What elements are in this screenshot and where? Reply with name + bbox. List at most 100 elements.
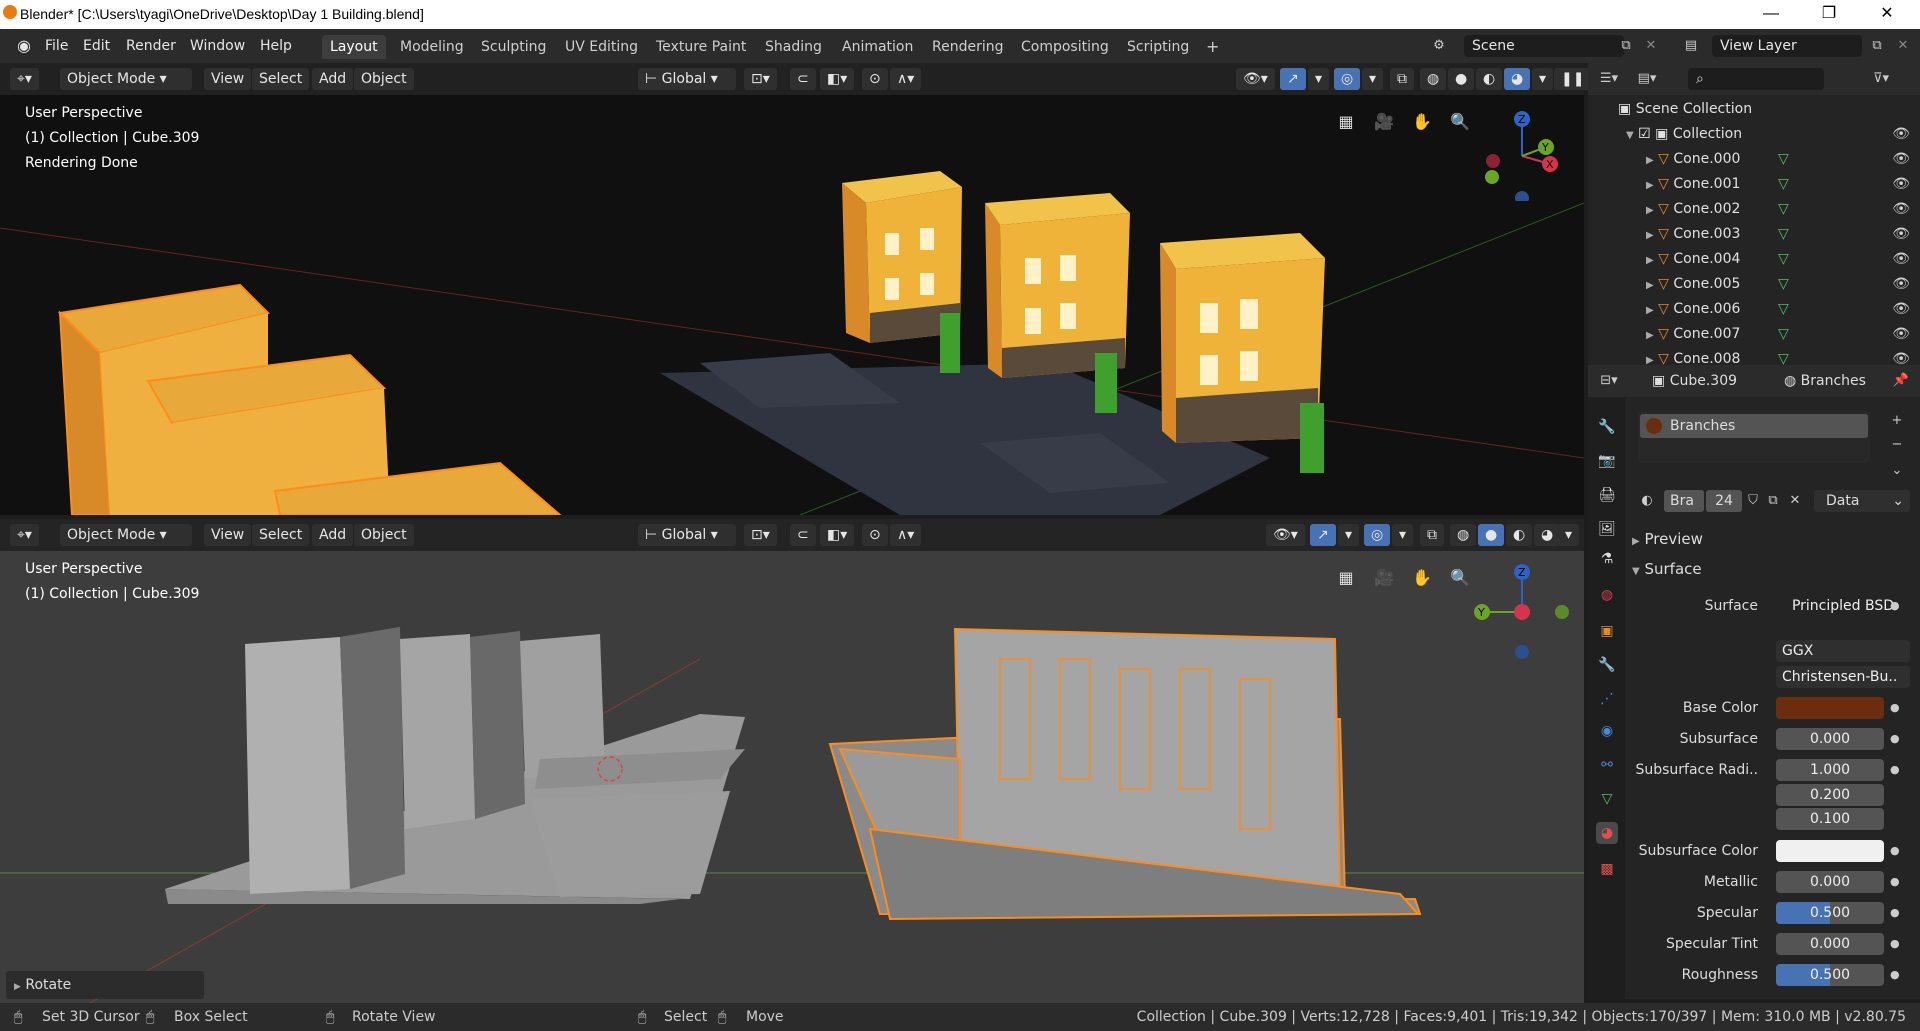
keyframe-dot-icon[interactable]: ● [1890, 964, 1900, 986]
bottom-transform-orientation-dropdown[interactable]: ⊢ Global ▾ [638, 524, 736, 546]
menu-edit[interactable]: Edit [76, 36, 117, 56]
wireframe-shading-icon[interactable]: ◍ [1420, 68, 1447, 90]
object-mode-dropdown[interactable]: Object Mode ▾ [60, 68, 192, 90]
pan-view-icon[interactable]: ✋ [1409, 109, 1435, 135]
shading-dropdown-icon[interactable]: ▾ [1532, 68, 1554, 90]
select-menu[interactable]: Select [252, 68, 310, 90]
add-menu[interactable]: Add [312, 68, 354, 90]
expand-icon[interactable]: ▶ [1646, 305, 1654, 316]
object-visibility-icon[interactable]: 👁 [1892, 272, 1910, 297]
view-layer-field[interactable]: View Layer [1712, 35, 1862, 57]
link-dropdown[interactable]: Data ⌄ [1814, 490, 1910, 512]
object-visibility-icon[interactable]: 👁 [1892, 297, 1910, 322]
camera-view-icon[interactable]: 🎥 [1371, 109, 1397, 135]
collection-checkbox[interactable]: ☑ [1638, 126, 1651, 142]
keyframe-dot-icon[interactable]: ● [1890, 840, 1900, 862]
bottom-camera-view-icon[interactable]: 🎥 [1371, 565, 1397, 591]
add-slot-icon[interactable]: + [1886, 410, 1908, 432]
property-value-field[interactable]: 1.000 [1776, 759, 1884, 781]
modifier-tab-icon[interactable]: 🔧 [1596, 654, 1618, 676]
collection-row[interactable]: ▼ ☑ ▣ Collection 👁 [1588, 122, 1920, 147]
view-layer-icon[interactable]: ▤ [1680, 35, 1702, 57]
visibility-icon[interactable]: 👁▾ [1236, 68, 1275, 90]
bottom-visibility-icon[interactable]: 👁▾ [1266, 524, 1305, 546]
pause-render-icon[interactable]: ❚❚ [1554, 68, 1592, 90]
bottom-3d-viewport[interactable]: User Perspective (1) Collection | Cube.3… [0, 519, 1584, 1003]
bottom-overlay-toggle-icon[interactable]: ◎ [1364, 524, 1391, 546]
keyframe-dot-icon[interactable]: ● [1890, 933, 1900, 955]
roughness-slider[interactable]: 0.500 [1776, 964, 1884, 986]
preview-panel-header[interactable]: ▶ Preview [1632, 528, 1703, 553]
material-name-field[interactable]: Bra [1664, 490, 1704, 512]
bottom-gizmo-dropdown-icon[interactable]: ▾ [1338, 524, 1360, 546]
tab-uv-editing[interactable]: UV Editing [557, 35, 646, 59]
close-button[interactable]: ✕ [1864, 2, 1910, 26]
keyframe-dot-icon[interactable]: ● [1890, 902, 1900, 924]
object-tab-icon[interactable]: ▣ [1596, 620, 1618, 642]
top-3d-viewport[interactable]: User Perspective (1) Collection | Cube.3… [0, 63, 1584, 515]
mesh-data-icon[interactable]: ▽ [1778, 197, 1789, 222]
display-mode-icon[interactable]: ▤▾ [1636, 68, 1658, 90]
tab-layout[interactable]: Layout [322, 35, 386, 59]
mesh-data-icon[interactable]: ▽ [1778, 247, 1789, 272]
toggle-camera-grid-icon[interactable]: ▦ [1333, 109, 1359, 135]
bottom-rendered-shading-icon[interactable]: ◕ [1534, 524, 1561, 546]
tool-tab-icon[interactable]: 🔧 [1596, 416, 1618, 438]
menu-help[interactable]: Help [253, 36, 299, 56]
tab-modeling[interactable]: Modeling [392, 35, 472, 59]
keyframe-dot-icon[interactable]: ● [1890, 759, 1900, 781]
falloff-icon[interactable]: ∧▾ [890, 68, 922, 90]
keyframe-dot-icon[interactable]: ● [1890, 595, 1900, 617]
mesh-data-icon[interactable]: ▽ [1778, 172, 1789, 197]
expand-icon[interactable]: ▶ [1646, 255, 1654, 266]
object-visibility-icon[interactable]: 👁 [1892, 222, 1910, 247]
data-tab-icon[interactable]: ▽ [1596, 788, 1618, 810]
tab-compositing[interactable]: Compositing [1013, 35, 1117, 59]
properties-editor-type-icon[interactable]: ⊟▾ [1598, 370, 1620, 392]
material-shading-icon[interactable]: ◐ [1476, 68, 1503, 90]
transform-orientation-dropdown[interactable]: ⊢ Global ▾ [638, 68, 736, 90]
expand-icon[interactable]: ▶ [1646, 330, 1654, 341]
unlink-material-icon[interactable]: ✕ [1784, 490, 1806, 512]
overlay-dropdown-icon[interactable]: ▾ [1362, 68, 1384, 90]
mesh-data-icon[interactable]: ▽ [1778, 322, 1789, 347]
bottom-falloff-icon[interactable]: ∧▾ [890, 524, 922, 546]
bottom-pan-view-icon[interactable]: ✋ [1409, 565, 1435, 591]
tab-animation[interactable]: Animation [834, 35, 921, 59]
surface-panel-header[interactable]: ▼ Surface [1632, 558, 1702, 583]
collection-visibility-icon[interactable]: 👁 [1892, 122, 1910, 147]
specular-slider[interactable]: 0.500 [1776, 902, 1884, 924]
object-visibility-icon[interactable]: 👁 [1892, 197, 1910, 222]
outliner-object-row[interactable]: ▶ ▽ Cone.005 ▽ 👁 [1588, 272, 1920, 297]
snap-target-icon[interactable]: ◧▾ [820, 68, 855, 90]
material-users-count[interactable]: 24 [1706, 490, 1742, 512]
view-layer-tab-icon[interactable]: 🖼 [1596, 518, 1618, 540]
property-value-field[interactable]: 0.000 [1776, 933, 1884, 955]
mesh-data-icon[interactable]: ▽ [1778, 222, 1789, 247]
outliner-object-row[interactable]: ▶ ▽ Cone.000 ▽ 👁 [1588, 147, 1920, 172]
bottom-xray-icon[interactable]: ⧉ [1420, 524, 1444, 546]
outliner-object-row[interactable]: ▶ ▽ Cone.004 ▽ 👁 [1588, 247, 1920, 272]
slot-specials-icon[interactable]: ⌄ [1886, 460, 1908, 482]
expand-icon[interactable]: ▶ [1646, 155, 1654, 166]
delete-scene-icon[interactable]: ✕ [1640, 35, 1662, 57]
remove-slot-icon[interactable]: − [1886, 434, 1908, 456]
gizmo-dropdown-icon[interactable]: ▾ [1308, 68, 1330, 90]
outliner-object-row[interactable]: ▶ ▽ Cone.001 ▽ 👁 [1588, 172, 1920, 197]
new-scene-icon[interactable]: ⧉ [1615, 35, 1637, 57]
object-menu[interactable]: Object [354, 68, 414, 90]
distribution-dropdown[interactable]: GGX [1776, 640, 1910, 662]
bottom-navigation-gizmo[interactable]: Z Y [1470, 559, 1570, 659]
render-tab-icon[interactable]: 📷 [1596, 450, 1618, 472]
solid-shading-icon[interactable]: ● [1448, 68, 1475, 90]
bottom-object-mode-dropdown[interactable]: Object Mode ▾ [60, 524, 192, 546]
scene-selector-icon[interactable]: ⚙ [1428, 35, 1450, 57]
bottom-shading-dropdown-icon[interactable]: ▾ [1558, 524, 1580, 546]
bottom-overlay-dropdown-icon[interactable]: ▾ [1392, 524, 1414, 546]
scene-collection-row[interactable]: ▣ Scene Collection [1588, 97, 1920, 122]
operator-panel-rotate[interactable]: ▶ Rotate [6, 971, 204, 999]
bottom-select-menu[interactable]: Select [252, 524, 310, 546]
expand-icon[interactable]: ▶ [1646, 180, 1654, 191]
bottom-solid-shading-icon[interactable]: ● [1478, 524, 1505, 546]
bottom-pivot-point-icon[interactable]: ⊡▾ [744, 524, 777, 546]
